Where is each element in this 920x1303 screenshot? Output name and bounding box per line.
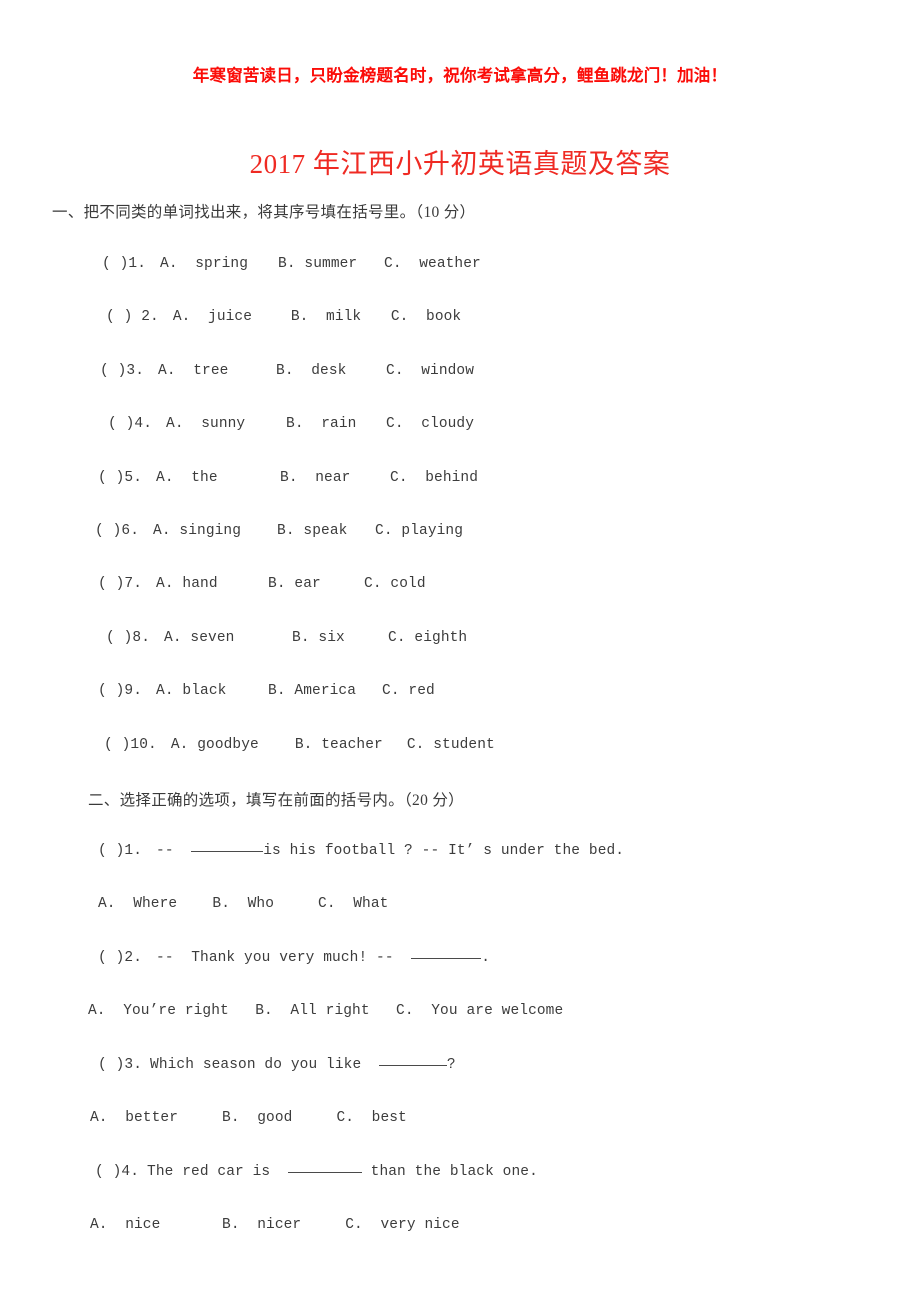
question-row: ( )5. A. the B. near C. behind	[98, 470, 478, 486]
question-row: ( )6. A. singing B. speak C. playing	[95, 523, 463, 539]
question-row: ( )3. A. tree B. desk C. window	[100, 363, 474, 379]
options-row[interactable]: A. better B. good C. best	[90, 1110, 407, 1126]
answer-blank[interactable]	[378, 1065, 447, 1066]
option-b[interactable]: B. ear	[268, 576, 364, 592]
option-a[interactable]: A. black	[156, 683, 268, 699]
option-c[interactable]: C. book	[391, 309, 461, 325]
option-a[interactable]: A. hand	[156, 576, 268, 592]
question-stem-before: The red car is	[147, 1164, 288, 1180]
question-marker[interactable]: ( )9.	[98, 683, 142, 699]
question-stem-after: ?	[446, 1057, 456, 1073]
question-marker[interactable]: ( )4.	[108, 416, 152, 432]
option-a[interactable]: A. sunny	[166, 416, 286, 432]
option-a[interactable]: A. the	[156, 470, 280, 486]
question-marker[interactable]: ( )4.	[95, 1164, 139, 1180]
answer-blank[interactable]	[287, 1172, 362, 1173]
question-marker[interactable]: ( )2.	[98, 950, 142, 966]
question-row: ( )9. A. black B. America C. red	[98, 683, 435, 699]
page-title: 2017 年江西小升初英语真题及答案	[249, 149, 671, 180]
section-heading-1: 一、把不同类的单词找出来，将其序号填在括号里。（10 分）	[52, 204, 476, 221]
question-marker[interactable]: ( )1.	[102, 256, 146, 272]
question-stem-after: .	[481, 950, 491, 966]
question-marker[interactable]: ( ) 2.	[106, 309, 159, 325]
question-stem-before: -- Thank you very much! --	[156, 950, 412, 966]
option-b[interactable]: B. desk	[276, 363, 386, 379]
options-row[interactable]: A. Where B. Who C. What	[98, 896, 388, 912]
option-b[interactable]: B. milk	[291, 309, 391, 325]
question-row: ( )3. Which season do you like ?	[98, 1057, 456, 1073]
option-c[interactable]: C. playing	[375, 523, 463, 539]
question-marker[interactable]: ( )3.	[100, 363, 144, 379]
answer-blank[interactable]	[411, 958, 482, 959]
question-row: ( )1. A. spring B. summer C. weather	[102, 256, 481, 272]
document-page: 年寒窗苦读日，只盼金榜题名时，祝你考试拿高分，鲤鱼跳龙门！加油！ 2017 年江…	[0, 0, 920, 1303]
question-stem-before: --	[156, 843, 192, 859]
question-row: ( )10. A. goodbye B. teacher C. student	[104, 737, 495, 753]
options-row[interactable]: A. You’re right B. All right C. You are …	[88, 1003, 563, 1019]
option-b[interactable]: B. teacher	[295, 737, 407, 753]
question-marker[interactable]: ( )8.	[106, 630, 150, 646]
option-c[interactable]: C. cold	[364, 576, 426, 592]
question-row: ( ) 2. A. juice B. milk C. book	[106, 309, 461, 325]
option-a[interactable]: A. seven	[164, 630, 292, 646]
question-row: ( )4. The red car is than the black one.	[95, 1164, 538, 1180]
question-marker[interactable]: ( )3.	[98, 1057, 142, 1073]
question-marker[interactable]: ( )6.	[95, 523, 139, 539]
question-marker[interactable]: ( )5.	[98, 470, 142, 486]
option-a[interactable]: A. juice	[173, 309, 291, 325]
slogan-banner: 年寒窗苦读日，只盼金榜题名时，祝你考试拿高分，鲤鱼跳龙门！加油！	[192, 66, 728, 85]
question-marker[interactable]: ( )7.	[98, 576, 142, 592]
option-b[interactable]: B. speak	[277, 523, 375, 539]
question-stem-after: is his football ? -- It’ s under the bed…	[263, 843, 625, 859]
question-stem-after: than the black one.	[361, 1164, 538, 1180]
question-row: ( )1. -- is his football ? -- It’ s under…	[98, 843, 624, 859]
option-b[interactable]: B. six	[292, 630, 388, 646]
question-row: ( )2. -- Thank you very much! -- .	[98, 950, 490, 966]
option-c[interactable]: C. student	[407, 737, 495, 753]
option-c[interactable]: C. window	[386, 363, 474, 379]
question-row: ( )8. A. seven B. six C. eighth	[106, 630, 467, 646]
option-b[interactable]: B. America	[268, 683, 382, 699]
option-c[interactable]: C. eighth	[388, 630, 467, 646]
option-c[interactable]: C. behind	[390, 470, 478, 486]
question-marker[interactable]: ( )10.	[104, 737, 157, 753]
question-stem-before: Which season do you like	[150, 1057, 379, 1073]
option-c[interactable]: C. red	[382, 683, 435, 699]
option-a[interactable]: A. spring	[160, 256, 278, 272]
option-c[interactable]: C. weather	[384, 256, 481, 272]
option-b[interactable]: B. summer	[278, 256, 384, 272]
question-row: ( )4. A. sunny B. rain C. cloudy	[108, 416, 474, 432]
option-a[interactable]: A. tree	[158, 363, 276, 379]
question-marker[interactable]: ( )1.	[98, 843, 142, 859]
option-c[interactable]: C. cloudy	[386, 416, 474, 432]
option-a[interactable]: A. goodbye	[171, 737, 295, 753]
answer-blank[interactable]	[191, 851, 264, 852]
question-row: ( )7. A. hand B. ear C. cold	[98, 576, 426, 592]
option-b[interactable]: B. near	[280, 470, 390, 486]
option-a[interactable]: A. singing	[153, 523, 277, 539]
section-heading-2: 二、选择正确的选项，填写在前面的括号内。（20 分）	[88, 792, 464, 809]
options-row[interactable]: A. nice B. nicer C. very nice	[90, 1217, 460, 1233]
option-b[interactable]: B. rain	[286, 416, 386, 432]
